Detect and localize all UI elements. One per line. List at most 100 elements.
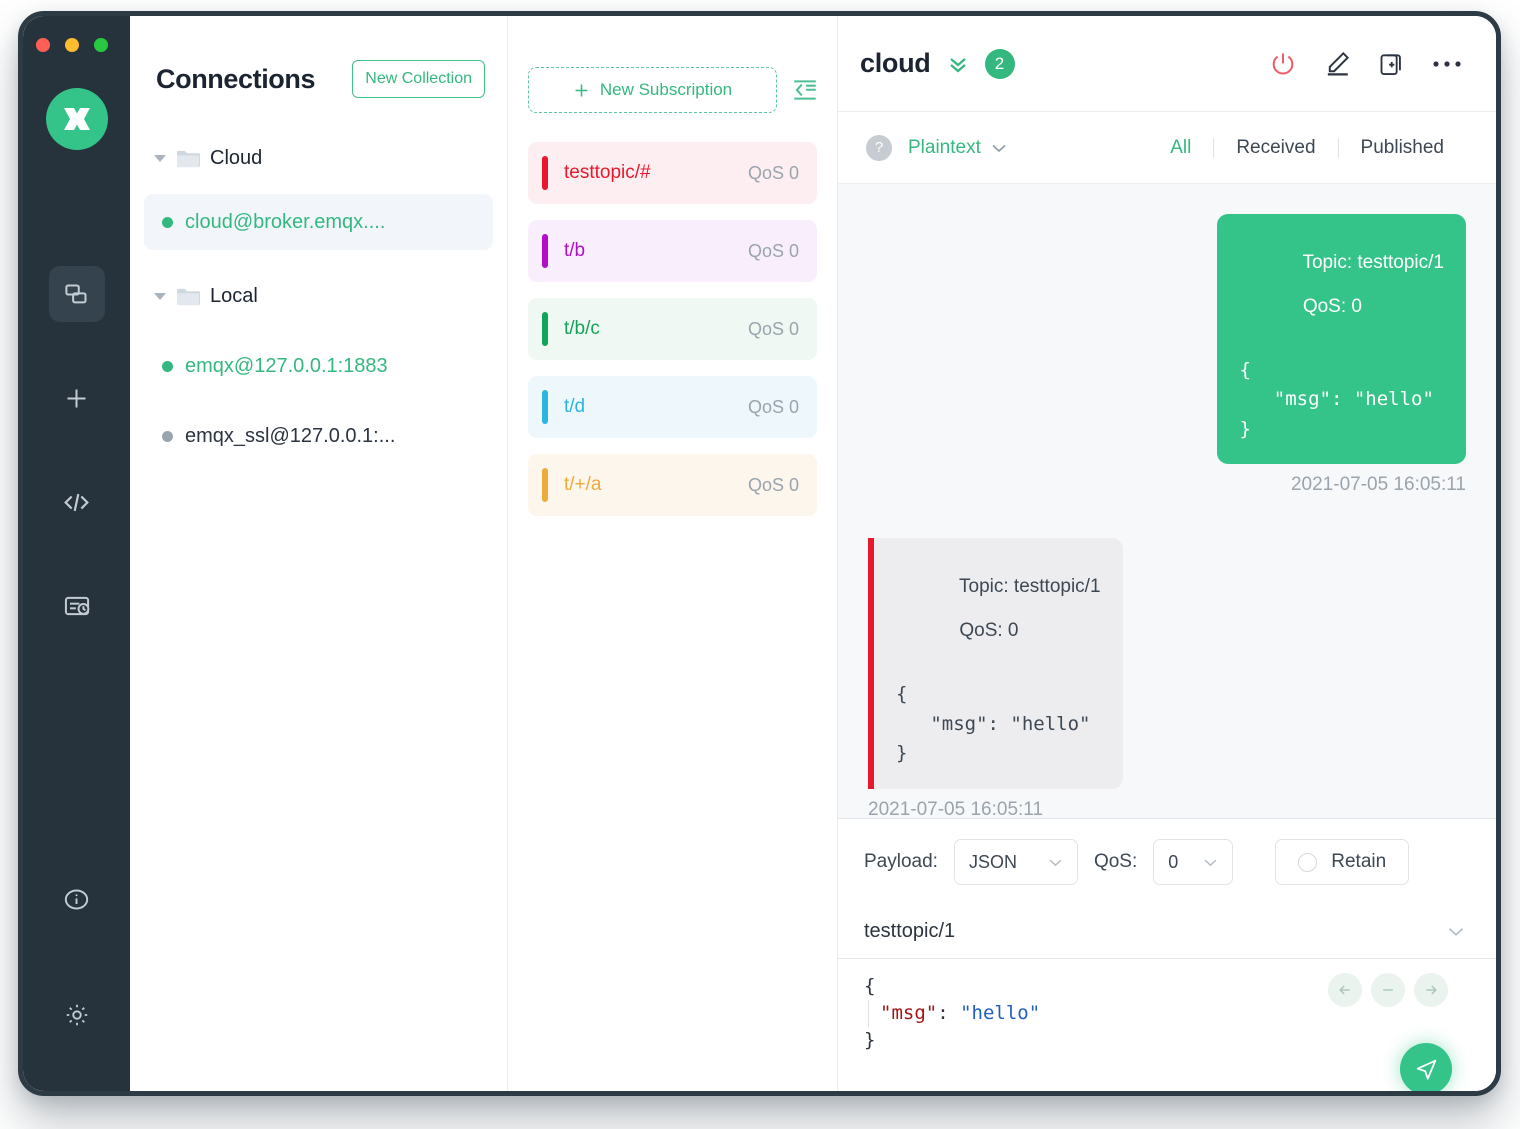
payload-editor[interactable]: { "msg": "hello" } bbox=[838, 959, 1496, 1091]
connection-item-label: emqx@127.0.0.1:1883 bbox=[185, 354, 388, 377]
publish-topic-row[interactable]: testtopic/1 bbox=[838, 905, 1496, 959]
question-mark-icon[interactable]: ? bbox=[866, 134, 892, 161]
subscription-qos: QoS 0 bbox=[747, 240, 799, 261]
subscription-color-bar bbox=[542, 312, 548, 346]
subscription-qos: QoS 0 bbox=[747, 318, 799, 339]
collapse-panel-icon bbox=[794, 80, 816, 100]
connection-item-emqx-local[interactable]: emqx@127.0.0.1:1883 bbox=[144, 338, 493, 394]
editor-back-button[interactable] bbox=[1328, 973, 1362, 1007]
code-value: "hello" bbox=[960, 1001, 1041, 1024]
tab-published[interactable]: Published bbox=[1339, 137, 1466, 159]
status-dot-online bbox=[162, 216, 173, 228]
main-panel: cloud 2 ? Plaintext All Received Publish… bbox=[838, 16, 1496, 1091]
tab-all[interactable]: All bbox=[1148, 137, 1213, 159]
connection-group-label: Cloud bbox=[210, 146, 263, 169]
double-chevron-down-icon[interactable] bbox=[945, 52, 971, 76]
retain-toggle[interactable]: Retain bbox=[1275, 839, 1410, 885]
new-window-plus-icon bbox=[1380, 53, 1401, 75]
pencil-icon bbox=[1327, 51, 1350, 76]
connection-item-label: cloud@broker.emqx.... bbox=[185, 210, 386, 233]
connections-header: Connections New Collection bbox=[130, 16, 507, 112]
status-dot-offline bbox=[162, 430, 173, 442]
message-bubble[interactable]: Topic: testtopic/1 QoS: 0 { "msg": "hell… bbox=[868, 538, 1123, 789]
rail-bottom-items bbox=[23, 871, 130, 1091]
rail-new-connection[interactable] bbox=[49, 370, 105, 426]
subscription-row[interactable]: t/+/a QoS 0 bbox=[528, 454, 817, 516]
info-icon bbox=[64, 889, 89, 909]
log-history-icon bbox=[64, 596, 89, 616]
rail-log[interactable] bbox=[49, 578, 105, 634]
new-collection-button[interactable]: New Collection bbox=[352, 60, 485, 98]
traffic-lights bbox=[36, 38, 108, 52]
active-connection-name: cloud bbox=[860, 48, 931, 78]
page-title: Connections bbox=[156, 63, 316, 94]
new-subscription-label: New Subscription bbox=[599, 80, 733, 99]
code-line-pair: "msg": "hello" bbox=[868, 999, 1041, 1027]
chevron-down-icon bbox=[154, 154, 166, 162]
message-payload: { "msg": "hello" } bbox=[1239, 359, 1434, 440]
code-line-open: { bbox=[864, 975, 876, 997]
rail-script[interactable] bbox=[49, 474, 105, 530]
subscription-row[interactable]: t/b QoS 0 bbox=[528, 220, 817, 282]
close-window-button[interactable] bbox=[36, 38, 50, 52]
connection-group-local[interactable]: Local bbox=[130, 268, 507, 324]
editor-forward-button[interactable] bbox=[1414, 973, 1448, 1007]
publish-topic-input[interactable]: testtopic/1 bbox=[864, 920, 1446, 943]
subscription-qos: QoS 0 bbox=[747, 396, 799, 417]
maximize-window-button[interactable] bbox=[94, 38, 108, 52]
message-qos: QoS: 0 bbox=[1302, 296, 1362, 317]
retain-radio[interactable] bbox=[1298, 852, 1318, 872]
send-message-button[interactable] bbox=[1400, 1043, 1452, 1091]
subscription-row[interactable]: t/d QoS 0 bbox=[528, 376, 817, 438]
app-window: Connections New Collection Cloud cloud@b… bbox=[18, 11, 1501, 1096]
code-icon bbox=[64, 493, 89, 511]
subscriptions-panel: New Subscription testtopic/# QoS 0 t/b Q… bbox=[508, 16, 838, 1091]
message-list[interactable]: Topic: testtopic/1 QoS: 0 { "msg": "hell… bbox=[838, 184, 1496, 818]
mqttx-logo bbox=[45, 88, 108, 150]
subscription-topic: t/b/c bbox=[564, 318, 600, 339]
plus-icon bbox=[67, 389, 86, 407]
folder-icon bbox=[177, 150, 200, 168]
payload-format-select[interactable]: Plaintext bbox=[908, 137, 1007, 159]
arrow-left-icon bbox=[1339, 985, 1350, 995]
chevron-down-icon[interactable] bbox=[1446, 926, 1466, 937]
minimize-window-button[interactable] bbox=[65, 38, 79, 52]
subscription-topic: t/b bbox=[564, 240, 586, 261]
header-actions bbox=[1269, 49, 1462, 78]
new-subscription-button[interactable]: New Subscription bbox=[528, 67, 777, 113]
code-line-close: } bbox=[864, 1028, 876, 1051]
rail-about[interactable] bbox=[49, 871, 105, 927]
connection-item-cloud-broker[interactable]: cloud@broker.emqx.... bbox=[144, 194, 493, 250]
subscription-topic: t/+/a bbox=[564, 474, 602, 495]
disconnect-button[interactable] bbox=[1269, 50, 1297, 78]
subscription-row[interactable]: testtopic/# QoS 0 bbox=[528, 142, 817, 204]
connection-group-cloud[interactable]: Cloud bbox=[130, 130, 507, 186]
message-bubble[interactable]: Topic: testtopic/1 QoS: 0 { "msg": "hell… bbox=[1217, 214, 1466, 465]
rail-settings[interactable] bbox=[49, 987, 105, 1043]
subscription-color-bar bbox=[542, 468, 548, 502]
message-meta: Topic: testtopic/1 QoS: 0 bbox=[1239, 230, 1444, 340]
qos-label: QoS: bbox=[1093, 851, 1138, 872]
subscription-row[interactable]: t/b/c QoS 0 bbox=[528, 298, 817, 360]
tab-received[interactable]: Received bbox=[1214, 137, 1337, 159]
mqttx-logo-glyph bbox=[63, 108, 90, 130]
edit-connection-button[interactable] bbox=[1323, 49, 1352, 78]
subscription-topic: t/d bbox=[564, 396, 586, 417]
left-icon-rail bbox=[23, 16, 130, 1091]
arrow-right-icon bbox=[1426, 985, 1437, 995]
qos-select[interactable]: 0 bbox=[1153, 839, 1234, 885]
collapse-left-icon[interactable] bbox=[787, 73, 823, 107]
editor-collapse-button[interactable] bbox=[1371, 973, 1405, 1007]
message-topic: Topic: testtopic/1 bbox=[959, 576, 1101, 598]
chevron-down-icon bbox=[1204, 859, 1217, 866]
send-paper-plane-icon bbox=[1416, 1059, 1436, 1080]
chevron-down-icon bbox=[154, 292, 166, 300]
rail-connections[interactable] bbox=[48, 266, 105, 322]
new-window-button[interactable] bbox=[1378, 50, 1406, 78]
chevron-down-icon bbox=[1049, 859, 1062, 866]
more-button[interactable] bbox=[1432, 59, 1462, 69]
connection-item-emqx-ssl[interactable]: emqx_ssl@127.0.0.1:... bbox=[144, 408, 493, 464]
minus-icon bbox=[1383, 989, 1393, 991]
payload-type-select[interactable]: JSON bbox=[953, 839, 1078, 885]
ellipsis-icon bbox=[1433, 60, 1461, 67]
